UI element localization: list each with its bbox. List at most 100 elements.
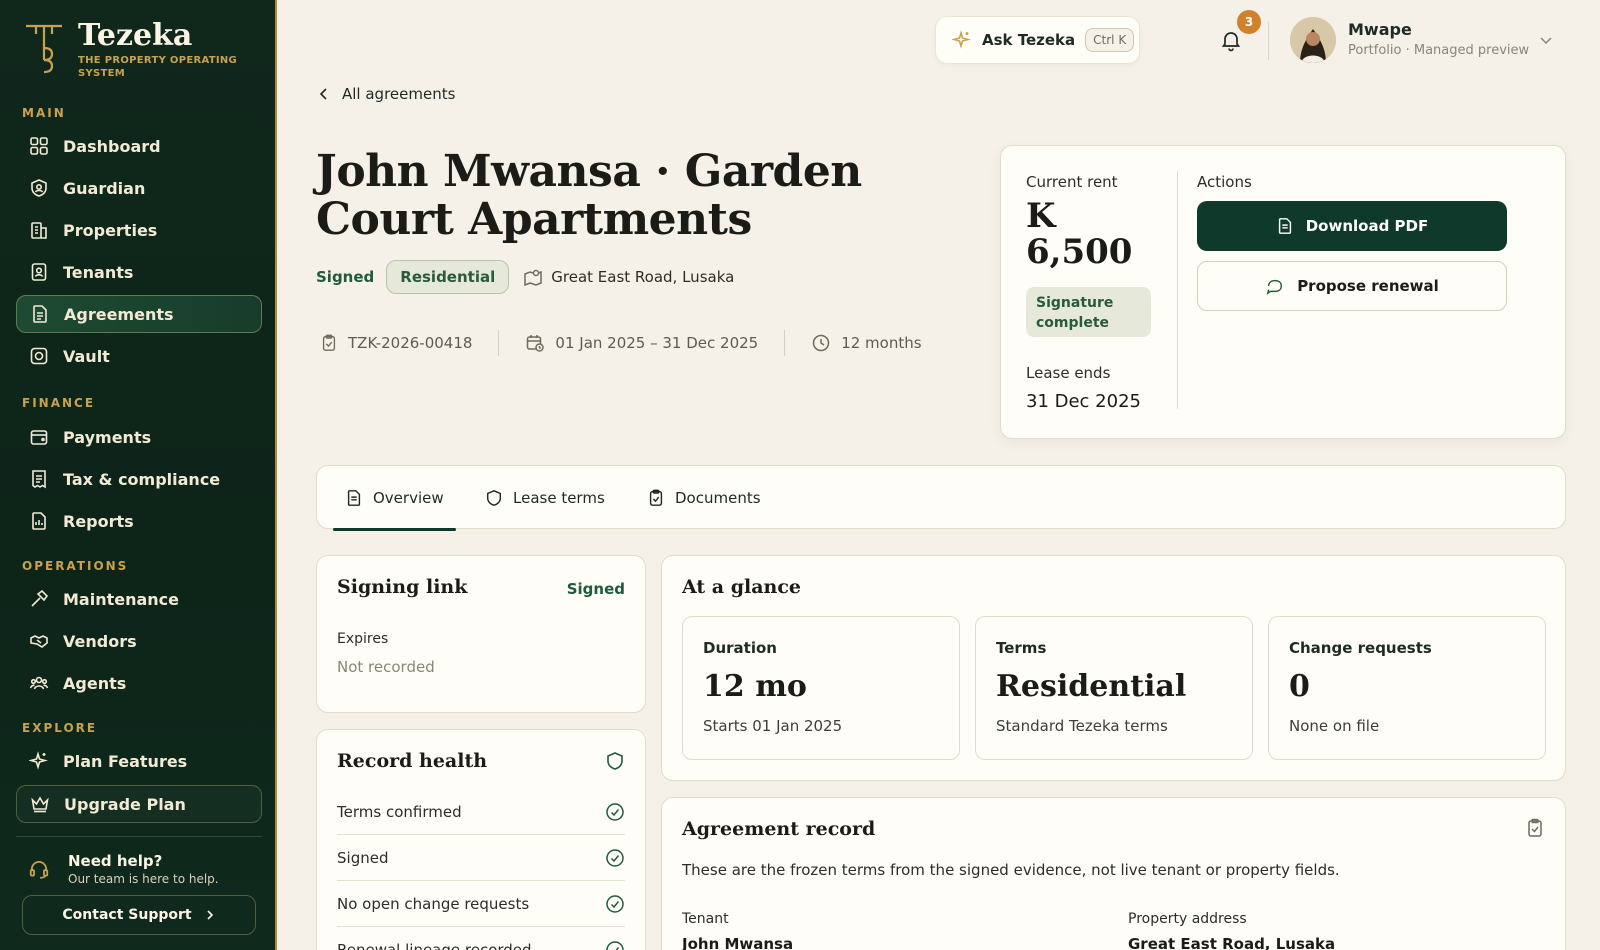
sidebar-item-label: Maintenance — [63, 589, 180, 609]
map-icon — [524, 269, 542, 287]
nav-section-main: MAIN — [22, 106, 66, 120]
sidebar-item-guardian[interactable]: Guardian — [16, 169, 262, 207]
current-rent-label: Current rent — [1026, 173, 1118, 191]
glance-label: Duration — [703, 639, 777, 657]
sidebar-item-agents[interactable]: Agents — [16, 664, 262, 702]
contact-support-label: Contact Support — [62, 907, 192, 923]
sidebar-item-label: Upgrade Plan — [64, 794, 186, 814]
building-icon — [31, 222, 47, 239]
sidebar-item-upgrade-plan[interactable]: Upgrade Plan — [16, 785, 262, 823]
agreement-tags: Signed Residential Great East Road, Lusa… — [316, 260, 734, 294]
calendar-clock-icon — [527, 335, 545, 352]
agreement-record-card: Agreement record These are the frozen te… — [661, 797, 1566, 950]
keyboard-shortcut: Ctrl K — [1085, 28, 1135, 52]
sidebar-item-payments[interactable]: Payments — [16, 418, 262, 456]
meta-divider — [498, 330, 500, 356]
sparkle-icon — [29, 751, 49, 770]
sidebar-item-properties[interactable]: Properties — [16, 211, 262, 249]
lease-ends-value: 31 Dec 2025 — [1026, 391, 1141, 412]
chevron-left-icon — [319, 88, 327, 100]
grid-icon — [30, 137, 48, 155]
brand[interactable]: Tezeka THE PROPERTY OPERATING SYSTEM — [22, 20, 248, 80]
hammer-icon — [31, 589, 49, 607]
page-title: John Mwansa · Garden Court Apartments — [316, 146, 862, 245]
sidebar-item-label: Reports — [63, 511, 134, 531]
brand-name: Tezeka — [78, 18, 193, 53]
tab-lease-terms[interactable]: Lease terms — [485, 466, 605, 530]
tab-overview[interactable]: Overview — [333, 466, 456, 531]
sidebar-item-reports[interactable]: Reports — [16, 502, 262, 540]
sparkle-icon — [952, 30, 972, 49]
sidebar-divider — [16, 836, 262, 837]
sidebar-item-tenants[interactable]: Tenants — [16, 253, 262, 291]
sidebar-item-label: Properties — [63, 220, 158, 240]
at-a-glance-title: At a glance — [682, 576, 802, 598]
at-a-glance-card: At a glance Duration 12 mo Starts 01 Jan… — [661, 555, 1566, 781]
location-text: Great East Road, Lusaka — [551, 268, 735, 286]
signing-status: Signed — [566, 580, 625, 598]
location: Great East Road, Lusaka — [523, 267, 734, 287]
user-avatar-icon — [1290, 17, 1336, 63]
signing-link-title: Signing link — [337, 576, 468, 598]
nav-section-operations: OPERATIONS — [22, 559, 129, 573]
clock-icon — [812, 334, 830, 352]
avatar[interactable] — [1290, 17, 1336, 63]
health-item-label: Signed — [337, 848, 389, 867]
health-item: Terms confirmed — [337, 789, 625, 835]
back-label: All agreements — [342, 85, 456, 103]
sidebar-item-label: Agreements — [64, 304, 174, 324]
crown-icon — [31, 796, 49, 813]
sidebar-item-dashboard[interactable]: Dashboard — [16, 127, 262, 165]
sidebar-item-agreements[interactable]: Agreements — [16, 295, 262, 333]
sidebar-item-vendors[interactable]: Vendors — [16, 622, 262, 660]
receipt-icon — [32, 470, 46, 489]
brand-tagline: THE PROPERTY OPERATING SYSTEM — [78, 55, 238, 79]
headset-icon — [29, 861, 49, 879]
shield-user-icon — [31, 179, 47, 197]
ask-tezeka-button[interactable]: Ask Tezeka Ctrl K — [935, 16, 1140, 64]
tab-label: Lease terms — [513, 489, 605, 507]
sidebar-item-maintenance[interactable]: Maintenance — [16, 580, 262, 618]
ask-tezeka-label: Ask Tezeka — [982, 31, 1076, 49]
sidebar-item-vault[interactable]: Vault — [16, 337, 262, 375]
tab-documents[interactable]: Documents — [647, 466, 761, 530]
handshake-icon — [30, 635, 48, 648]
back-to-agreements-link[interactable]: All agreements — [318, 85, 455, 103]
property-address-value: Great East Road, Lusaka — [1128, 935, 1336, 950]
agreement-tabs: Overview Lease terms Documents — [316, 465, 1566, 531]
tab-label: Overview — [373, 489, 444, 507]
actions-label: Actions — [1197, 173, 1252, 191]
record-health-title: Record health — [337, 750, 488, 772]
wallet-icon — [30, 430, 48, 445]
period-text: 01 Jan 2025 – 31 Dec 2025 — [555, 334, 759, 352]
download-pdf-button[interactable]: Download PDF — [1197, 201, 1507, 251]
bell-icon[interactable] — [1219, 28, 1243, 52]
signing-link-card: Signing link Signed Expires Not recorded — [316, 555, 646, 713]
expires-value: Not recorded — [337, 658, 435, 676]
health-item-label: No open change requests — [337, 894, 530, 913]
rent-summary-card: Current rent K 6,500 Signature complete … — [1000, 145, 1566, 439]
reference-number: TZK-2026-00418 — [320, 334, 472, 352]
sidebar-item-label: Dashboard — [63, 136, 161, 156]
users-icon — [29, 676, 49, 690]
propose-renewal-button[interactable]: Propose renewal — [1197, 261, 1507, 311]
health-item-label: Renewal lineage recorded — [337, 941, 532, 950]
check-circle-icon — [606, 941, 624, 950]
tenant-value: John Mwansa — [682, 935, 794, 950]
topbar-divider — [1268, 22, 1269, 60]
health-item: No open change requests — [337, 881, 625, 927]
contact-support-button[interactable]: Contact Support — [22, 895, 256, 935]
glance-label: Change requests — [1289, 639, 1432, 657]
glance-terms: Terms Residential Standard Tezeka terms — [975, 616, 1253, 760]
agreement-meta: TZK-2026-00418 01 Jan 2025 – 31 Dec 2025… — [320, 330, 922, 356]
sidebar-item-tax-compliance[interactable]: Tax & compliance — [16, 460, 262, 498]
sidebar-item-plan-features[interactable]: Plan Features — [16, 742, 262, 780]
user-name[interactable]: Mwape — [1348, 20, 1412, 39]
duration-text: 12 months — [841, 334, 922, 352]
tezeka-logo-icon — [26, 24, 62, 74]
chevron-down-icon[interactable] — [1538, 32, 1554, 48]
card-divider — [1177, 171, 1178, 409]
health-item: Renewal lineage recorded — [337, 927, 625, 950]
nav-section-finance: FINANCE — [22, 396, 96, 410]
vault-icon — [30, 347, 48, 365]
